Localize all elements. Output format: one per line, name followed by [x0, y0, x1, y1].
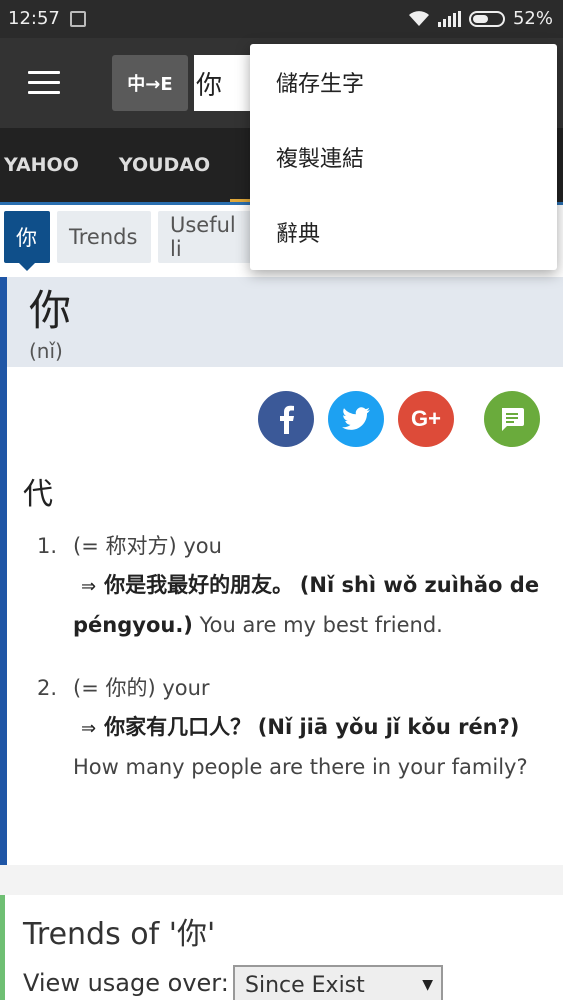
menu-item-dictionary[interactable]: 辭典: [250, 194, 557, 269]
overflow-menu: 儲存生字 複製連結 辭典: [250, 44, 557, 270]
example-english: How many people are there in your family…: [73, 755, 528, 779]
twitter-icon: [342, 407, 370, 430]
example-english: You are my best friend.: [199, 613, 443, 637]
usage-label: View usage over:: [23, 969, 229, 997]
definition-gloss: (= 称对方) you: [73, 534, 222, 558]
trends-title: Trends of '你': [23, 917, 216, 952]
notification-icon: [70, 11, 86, 27]
tab-word[interactable]: 你: [4, 211, 50, 271]
menu-item-save-word[interactable]: 儲存生字: [250, 44, 557, 119]
battery-percent: 52%: [512, 8, 553, 29]
headword: 你: [29, 286, 72, 335]
signal-icon: [437, 10, 461, 27]
example-sentence: ⇒ 你是我最好的朋友。 (Nǐ shì wǒ zuìhǎo de péngyou.…: [37, 566, 547, 645]
definition-number: 1.: [37, 534, 58, 558]
time-range-select[interactable]: Since Exist ▼: [233, 965, 443, 1000]
source-tab-youdao[interactable]: YOUDAO: [99, 128, 230, 202]
example-pinyin: (Nǐ jiā yǒu jǐ kǒu rén?): [257, 715, 520, 739]
language-toggle-button[interactable]: 中→E: [112, 55, 188, 111]
definition-item: 2. (= 你的) your ⇒ 你家有几口人？ (Nǐ jiā yǒu jǐ kǒ…: [37, 669, 547, 787]
tab-trends[interactable]: Trends: [57, 211, 151, 263]
clock: 12:57: [8, 8, 60, 29]
facebook-icon: [280, 405, 294, 434]
definition-item: 1. (= 称对方) you ⇒ 你是我最好的朋友。 (Nǐ shì wǒ zuìh…: [37, 527, 547, 645]
definition-gloss: (= 你的) your: [73, 676, 210, 700]
trends-section: Trends of '你' View usage over: Since Exi…: [0, 895, 563, 1000]
definition-number: 2.: [37, 676, 58, 700]
example-chinese: 你是我最好的朋友。: [104, 573, 294, 597]
arrow-icon: ⇒: [81, 576, 97, 597]
google-plus-icon: G+: [411, 406, 441, 431]
source-tab-yahoo[interactable]: YAHOO: [0, 128, 99, 202]
headword-pinyin: (nǐ): [29, 339, 63, 363]
twitter-share-button[interactable]: [328, 391, 384, 447]
time-range-value: Since Exist: [245, 973, 365, 998]
wifi-icon: [408, 10, 429, 26]
arrow-icon: ⇒: [81, 718, 97, 739]
example-chinese: 你家有几口人？: [104, 715, 252, 739]
facebook-share-button[interactable]: [258, 391, 314, 447]
battery-icon: [468, 10, 505, 27]
google-plus-share-button[interactable]: G+: [398, 391, 454, 447]
tab-useful-links[interactable]: Useful li: [158, 211, 258, 263]
status-bar: 12:57 52%: [0, 0, 563, 38]
example-sentence: ⇒ 你家有几口人？ (Nǐ jiā yǒu jǐ kǒu rén?) How ma…: [37, 708, 547, 787]
dropdown-arrow-icon: ▼: [422, 977, 433, 993]
message-icon: [502, 408, 524, 431]
part-of-speech: 代: [23, 477, 53, 512]
menu-icon[interactable]: [28, 71, 60, 95]
menu-item-copy-link[interactable]: 複製連結: [250, 119, 557, 194]
message-share-button[interactable]: [484, 391, 540, 447]
dictionary-entry-card: 你 (nǐ) G+ 代 1. (= 称对方) you ⇒ 你是我最好的朋友。 (Nǐ…: [0, 277, 563, 865]
headword-panel: 你 (nǐ): [7, 277, 563, 367]
